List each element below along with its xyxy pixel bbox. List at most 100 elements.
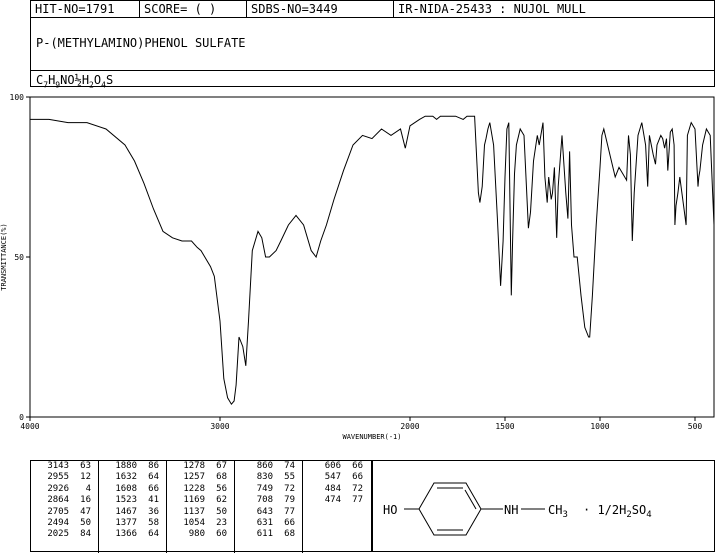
x-tick-label: 2000	[400, 422, 419, 431]
peak-row: 1608 66	[99, 484, 166, 495]
ir-spectrum-chart: 0 50 100 4000 3000 2000 1500 1000 500 WAVENUMBER(…	[0, 93, 715, 441]
peak-wavenumber: 2705	[47, 506, 69, 517]
y-tick-label: 0	[19, 413, 24, 422]
y-tick-label: 100	[10, 93, 25, 102]
peak-wavenumber: 2955	[47, 472, 69, 483]
peak-row: 643 77	[235, 507, 302, 518]
peak-transmittance: 66	[352, 461, 363, 471]
peak-wavenumber: 484	[324, 483, 341, 494]
peak-wavenumber: 1523	[115, 495, 137, 506]
peak-wavenumber: 474	[324, 495, 341, 506]
x-tick-label: 3000	[210, 422, 229, 431]
peak-wavenumber: 3143	[47, 461, 69, 471]
score: SCORE= ( )	[144, 2, 217, 16]
peak-row: 1377 58	[99, 518, 166, 529]
peak-wavenumber: 611	[256, 529, 273, 540]
compound-name: P-(METHYLAMINO)PHENOL SULFATE	[36, 36, 246, 50]
peak-transmittance: 64	[148, 472, 159, 483]
x-tick-label: 500	[688, 422, 703, 431]
peak-row: 1880 86	[99, 461, 166, 472]
peak-row: 631 66	[235, 518, 302, 529]
ch3-label: CH3	[548, 503, 568, 520]
peak-row: 980 60	[167, 529, 234, 540]
peak-wavenumber: 1054	[183, 517, 205, 528]
structure-drawing: HO NH CH3 · 1/2H2SO4	[383, 482, 652, 536]
peak-wavenumber: 708	[256, 495, 273, 506]
peak-wavenumber: 631	[256, 517, 273, 528]
peak-row: 474 77	[303, 495, 373, 506]
y-axis-label: TRANSMITTANCE(%)	[0, 223, 8, 290]
peak-row: 2025 84	[31, 529, 98, 540]
peak-wavenumber: 860	[256, 461, 273, 471]
peak-transmittance: 36	[148, 506, 159, 517]
compound-box: P-(METHYLAMINO)PHENOL SULFATE C7H9NO½H2O…	[30, 17, 715, 89]
peak-row: 2926 4	[31, 484, 98, 495]
salt-label: · 1/2H2SO4	[583, 503, 652, 520]
peak-transmittance: 50	[216, 506, 227, 517]
peak-row: 1228 56	[167, 484, 234, 495]
peak-transmittance: 58	[148, 517, 159, 528]
structure-box: HO NH CH3 · 1/2H2SO4	[372, 460, 715, 552]
peak-column: 860 74 830 55 749 72 708 79 643 77 631 66 611 68	[235, 461, 303, 553]
peak-wavenumber: 643	[256, 506, 273, 517]
peak-row: 611 68	[235, 529, 302, 540]
peak-transmittance: 66	[352, 472, 363, 483]
peak-column: 1278 67 1257 68 1228 56 1169 62 1137 50 1054 23 980 6…	[167, 461, 235, 553]
peak-row: 484 72	[303, 484, 373, 495]
peak-wavenumber: 749	[256, 483, 273, 494]
peak-wavenumber: 1632	[115, 472, 137, 483]
peak-row: 1467 36	[99, 507, 166, 518]
peak-row: 1366 64	[99, 529, 166, 540]
peak-wavenumber: 2926	[47, 483, 69, 494]
peak-transmittance: 62	[216, 495, 227, 506]
formula-part: ½	[74, 73, 82, 87]
ho-label: HO	[383, 503, 397, 517]
y-tick-label: 50	[14, 253, 24, 262]
peak-row: 1257 68	[167, 472, 234, 483]
peak-row: 606 66	[303, 461, 373, 472]
peak-transmittance: 77	[284, 506, 295, 517]
peak-transmittance: 66	[284, 517, 295, 528]
nh-label: NH	[504, 503, 518, 517]
peak-transmittance: 66	[148, 483, 159, 494]
peak-transmittance: 56	[216, 483, 227, 494]
formula-part: H	[81, 73, 90, 87]
ir-method: IR-NIDA-25433 : NUJOL MULL	[398, 2, 586, 16]
peak-column: 606 66 547 66 484 72 474 77	[303, 461, 373, 553]
peak-row: 1278 67	[167, 461, 234, 472]
peak-transmittance: 84	[80, 529, 91, 540]
peak-transmittance: 68	[284, 529, 295, 540]
peak-transmittance: 86	[148, 461, 159, 471]
x-axis-label: WAVENUMBER(-1)	[342, 433, 401, 441]
peak-row: 830 55	[235, 472, 302, 483]
peak-wavenumber: 1366	[115, 529, 137, 540]
peak-transmittance: 50	[80, 517, 91, 528]
peak-row: 1632 64	[99, 472, 166, 483]
peak-row: 749 72	[235, 484, 302, 495]
peak-transmittance: 23	[216, 517, 227, 528]
peak-row: 1054 23	[167, 518, 234, 529]
peak-transmittance: 4	[85, 483, 91, 494]
peak-row: 1137 50	[167, 507, 234, 518]
peak-column: 1880 86 1632 64 1608 66 1523 41 1467 36 1377 58 1366…	[99, 461, 167, 553]
formula-part: S	[105, 73, 114, 87]
peak-wavenumber: 606	[324, 461, 341, 471]
peak-transmittance: 68	[216, 472, 227, 483]
peak-wavenumber: 1377	[115, 517, 137, 528]
x-tick-label: 4000	[20, 422, 39, 431]
peak-row: 3143 63	[31, 461, 98, 472]
peak-transmittance: 41	[148, 495, 159, 506]
peak-transmittance: 60	[216, 529, 227, 540]
peak-row: 1169 62	[167, 495, 234, 506]
peak-transmittance: 74	[284, 461, 295, 471]
peak-row: 2955 12	[31, 472, 98, 483]
peak-wavenumber: 980	[188, 529, 205, 540]
peak-wavenumber: 547	[324, 472, 341, 483]
peak-table: 3143 63 2955 12 2926 4 2864 16 2705 47 2494 50 2025 8…	[30, 460, 373, 553]
peak-wavenumber: 1880	[115, 461, 137, 471]
peak-wavenumber: 1257	[183, 472, 205, 483]
peak-transmittance: 63	[80, 461, 91, 471]
peak-wavenumber: 1137	[183, 506, 205, 517]
peak-wavenumber: 2864	[47, 495, 69, 506]
peak-wavenumber: 830	[256, 472, 273, 483]
